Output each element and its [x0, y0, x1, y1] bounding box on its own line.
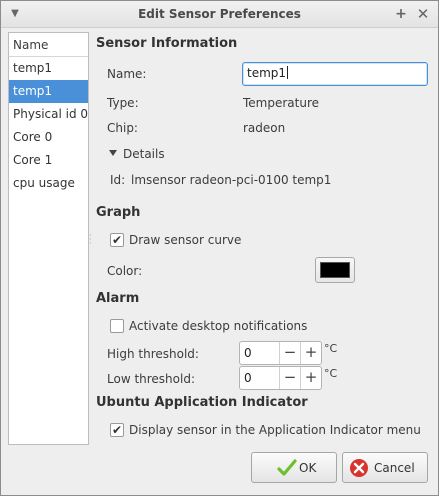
title-bar: ▼ Edit Sensor Preferences + ✕: [1, 1, 438, 28]
checkmark-icon: ✔: [111, 233, 123, 247]
display-indicator-label[interactable]: Display sensor in the Application Indica…: [129, 423, 421, 437]
sensor-list-item-selected[interactable]: temp1: [9, 80, 88, 103]
cancel-button-label: Cancel: [374, 461, 415, 475]
high-threshold-decrement-button[interactable]: −: [279, 342, 300, 364]
sensor-list-header[interactable]: Name: [9, 33, 88, 57]
high-threshold-increment-button[interactable]: +: [300, 342, 321, 364]
id-value: lmsensor radeon-pci-0100 temp1: [131, 173, 332, 187]
checkmark-icon: ✔: [111, 423, 123, 437]
close-icon: ✕: [416, 5, 430, 23]
expander-triangle-icon[interactable]: [109, 150, 117, 156]
sensor-list-item[interactable]: temp1: [9, 57, 88, 80]
low-threshold-spinbutton[interactable]: 0 − +: [239, 366, 322, 390]
name-input[interactable]: temp1: [242, 62, 428, 86]
pin-button[interactable]: +: [392, 5, 410, 23]
ok-button[interactable]: OK: [251, 452, 337, 483]
type-value: Temperature: [243, 96, 320, 110]
checkmark-icon: [277, 459, 297, 476]
sensor-list-item[interactable]: Core 1: [9, 149, 88, 172]
close-button[interactable]: ✕: [414, 5, 432, 23]
low-threshold-increment-button[interactable]: +: [300, 367, 321, 389]
high-threshold-spinbutton[interactable]: 0 − +: [239, 341, 322, 365]
sensor-list-item[interactable]: cpu usage: [9, 172, 88, 195]
high-threshold-value[interactable]: 0: [244, 346, 252, 360]
pane-splitter-handle[interactable]: · · ·: [89, 232, 93, 248]
low-threshold-unit: °C: [324, 367, 338, 380]
color-swatch: [320, 262, 350, 278]
sensor-list-item[interactable]: Core 0: [9, 126, 88, 149]
color-label: Color:: [107, 264, 143, 278]
notifications-label[interactable]: Activate desktop notifications: [129, 319, 307, 333]
dialog-window: ▼ Edit Sensor Preferences + ✕ Name temp1…: [0, 0, 439, 496]
color-picker-button[interactable]: [315, 257, 355, 283]
pin-icon: +: [395, 6, 407, 22]
high-threshold-unit: °C: [324, 342, 338, 355]
cancel-button[interactable]: Cancel: [342, 452, 428, 483]
sensor-list-item[interactable]: Physical id 0: [9, 103, 88, 126]
id-label: Id:: [110, 173, 126, 187]
low-threshold-decrement-button[interactable]: −: [279, 367, 300, 389]
draw-curve-label[interactable]: Draw sensor curve: [129, 233, 241, 247]
sensor-information-heading: Sensor Information: [96, 36, 238, 51]
high-threshold-label: High threshold:: [107, 347, 199, 361]
window-title: Edit Sensor Preferences: [138, 7, 301, 21]
chip-value: radeon: [243, 121, 286, 135]
cancel-icon: [350, 459, 368, 477]
details-expander[interactable]: Details: [123, 147, 165, 161]
sensor-list: Name temp1 temp1 Physical id 0 Core 0 Co…: [8, 32, 89, 445]
draw-curve-checkbox[interactable]: ✔: [110, 233, 124, 247]
type-label: Type:: [107, 96, 139, 110]
name-input-value: temp1: [247, 66, 287, 80]
ok-button-label: OK: [299, 461, 317, 475]
name-label: Name:: [107, 67, 147, 81]
text-caret: [287, 66, 289, 79]
notifications-checkbox[interactable]: [110, 319, 124, 333]
chip-label: Chip:: [107, 121, 138, 135]
graph-heading: Graph: [96, 205, 141, 220]
display-indicator-checkbox[interactable]: ✔: [110, 423, 124, 437]
indicator-heading: Ubuntu Application Indicator: [96, 395, 308, 410]
low-threshold-label: Low threshold:: [107, 372, 196, 386]
low-threshold-value[interactable]: 0: [244, 371, 252, 385]
alarm-heading: Alarm: [96, 291, 140, 306]
